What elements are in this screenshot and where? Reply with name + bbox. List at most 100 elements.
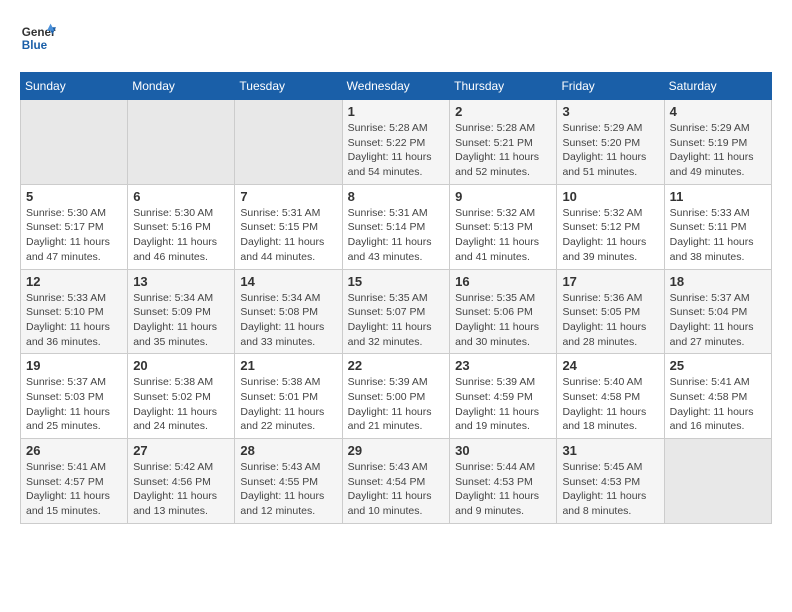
calendar-cell: 29 Sunrise: 5:43 AMSunset: 4:54 PMDayligh… [342, 439, 449, 524]
day-info: Sunrise: 5:29 AMSunset: 5:19 PMDaylight:… [670, 121, 766, 180]
day-info: Sunrise: 5:37 AMSunset: 5:04 PMDaylight:… [670, 291, 766, 350]
day-number: 18 [670, 274, 766, 289]
calendar-cell: 30Sunrise: 5:44 AMSunset: 4:53 PMDayligh… [450, 439, 557, 524]
day-info: Sunrise: 5:41 AMSunset: 4:57 PMDaylight:… [26, 460, 122, 519]
calendar-week-3: 12 Sunrise: 5:33 AMSunset: 5:10 PMDayligh… [21, 269, 772, 354]
day-number: 24 [562, 358, 658, 373]
day-info: Sunrise: 5:33 AMSunset: 5:10 PMDaylight:… [26, 291, 122, 350]
page-header: General Blue [20, 20, 772, 56]
day-info: Sunrise: 5:34 AMSunset: 5:09 PMDaylight:… [133, 291, 229, 350]
day-info: Sunrise: 5:29 AMSunset: 5:20 PMDaylight:… [562, 121, 658, 180]
day-info: Sunrise: 5:43 AMSunset: 4:54 PMDaylight:… [348, 460, 444, 519]
calendar-week-1: 1 Sunrise: 5:28 AMSunset: 5:22 PMDaylight… [21, 100, 772, 185]
calendar-cell: 1 Sunrise: 5:28 AMSunset: 5:22 PMDaylight… [342, 100, 449, 185]
calendar-cell: 13 Sunrise: 5:34 AMSunset: 5:09 PMDayligh… [128, 269, 235, 354]
day-info: Sunrise: 5:38 AMSunset: 5:01 PMDaylight:… [240, 375, 336, 434]
day-number: 2 [455, 104, 551, 119]
day-number: 22 [348, 358, 444, 373]
day-info: Sunrise: 5:42 AMSunset: 4:56 PMDaylight:… [133, 460, 229, 519]
calendar-cell: 4 Sunrise: 5:29 AMSunset: 5:19 PMDaylight… [664, 100, 771, 185]
day-info: Sunrise: 5:32 AMSunset: 5:13 PMDaylight:… [455, 206, 551, 265]
calendar-cell: 2 Sunrise: 5:28 AMSunset: 5:21 PMDaylight… [450, 100, 557, 185]
calendar-cell: 17Sunrise: 5:36 AMSunset: 5:05 PMDayligh… [557, 269, 664, 354]
day-info: Sunrise: 5:37 AMSunset: 5:03 PMDaylight:… [26, 375, 122, 434]
calendar-cell: 6 Sunrise: 5:30 AMSunset: 5:16 PMDaylight… [128, 184, 235, 269]
calendar-cell: 14Sunrise: 5:34 AMSunset: 5:08 PMDayligh… [235, 269, 342, 354]
calendar-cell [235, 100, 342, 185]
day-info: Sunrise: 5:44 AMSunset: 4:53 PMDaylight:… [455, 460, 551, 519]
day-info: Sunrise: 5:31 AMSunset: 5:15 PMDaylight:… [240, 206, 336, 265]
calendar-cell: 25Sunrise: 5:41 AMSunset: 4:58 PMDayligh… [664, 354, 771, 439]
day-number: 29 [348, 443, 444, 458]
calendar-cell [664, 439, 771, 524]
calendar-cell: 9 Sunrise: 5:32 AMSunset: 5:13 PMDaylight… [450, 184, 557, 269]
calendar-cell [21, 100, 128, 185]
calendar-cell [128, 100, 235, 185]
day-number: 5 [26, 189, 122, 204]
calendar-cell: 10 Sunrise: 5:32 AMSunset: 5:12 PMDayligh… [557, 184, 664, 269]
day-info: Sunrise: 5:30 AMSunset: 5:16 PMDaylight:… [133, 206, 229, 265]
calendar-cell: 24 Sunrise: 5:40 AMSunset: 4:58 PMDayligh… [557, 354, 664, 439]
calendar-cell: 7 Sunrise: 5:31 AMSunset: 5:15 PMDaylight… [235, 184, 342, 269]
calendar-cell: 8Sunrise: 5:31 AMSunset: 5:14 PMDaylight… [342, 184, 449, 269]
calendar-cell: 16Sunrise: 5:35 AMSunset: 5:06 PMDayligh… [450, 269, 557, 354]
day-info: Sunrise: 5:45 AMSunset: 4:53 PMDaylight:… [562, 460, 658, 519]
calendar-cell: 28Sunrise: 5:43 AMSunset: 4:55 PMDayligh… [235, 439, 342, 524]
day-number: 21 [240, 358, 336, 373]
weekday-header-wednesday: Wednesday [342, 73, 449, 100]
day-info: Sunrise: 5:39 AMSunset: 5:00 PMDaylight:… [348, 375, 444, 434]
day-number: 6 [133, 189, 229, 204]
day-number: 7 [240, 189, 336, 204]
weekday-header-friday: Friday [557, 73, 664, 100]
calendar-cell: 27Sunrise: 5:42 AMSunset: 4:56 PMDayligh… [128, 439, 235, 524]
svg-text:Blue: Blue [22, 39, 48, 52]
day-info: Sunrise: 5:28 AMSunset: 5:21 PMDaylight:… [455, 121, 551, 180]
day-info: Sunrise: 5:38 AMSunset: 5:02 PMDaylight:… [133, 375, 229, 434]
calendar-week-4: 19Sunrise: 5:37 AMSunset: 5:03 PMDayligh… [21, 354, 772, 439]
calendar-table: SundayMondayTuesdayWednesdayThursdayFrid… [20, 72, 772, 524]
day-number: 4 [670, 104, 766, 119]
day-info: Sunrise: 5:36 AMSunset: 5:05 PMDaylight:… [562, 291, 658, 350]
calendar-cell: 18 Sunrise: 5:37 AMSunset: 5:04 PMDayligh… [664, 269, 771, 354]
day-info: Sunrise: 5:40 AMSunset: 4:58 PMDaylight:… [562, 375, 658, 434]
calendar-week-5: 26 Sunrise: 5:41 AMSunset: 4:57 PMDayligh… [21, 439, 772, 524]
calendar-cell: 5 Sunrise: 5:30 AMSunset: 5:17 PMDaylight… [21, 184, 128, 269]
day-number: 9 [455, 189, 551, 204]
day-number: 20 [133, 358, 229, 373]
calendar-cell: 12 Sunrise: 5:33 AMSunset: 5:10 PMDayligh… [21, 269, 128, 354]
day-info: Sunrise: 5:35 AMSunset: 5:06 PMDaylight:… [455, 291, 551, 350]
calendar-cell: 11Sunrise: 5:33 AMSunset: 5:11 PMDayligh… [664, 184, 771, 269]
calendar-cell: 15Sunrise: 5:35 AMSunset: 5:07 PMDayligh… [342, 269, 449, 354]
weekday-header-row: SundayMondayTuesdayWednesdayThursdayFrid… [21, 73, 772, 100]
weekday-header-sunday: Sunday [21, 73, 128, 100]
logo: General Blue [20, 20, 56, 56]
weekday-header-tuesday: Tuesday [235, 73, 342, 100]
day-number: 3 [562, 104, 658, 119]
day-number: 28 [240, 443, 336, 458]
day-info: Sunrise: 5:34 AMSunset: 5:08 PMDaylight:… [240, 291, 336, 350]
day-info: Sunrise: 5:31 AMSunset: 5:14 PMDaylight:… [348, 206, 444, 265]
day-number: 10 [562, 189, 658, 204]
calendar-cell: 19Sunrise: 5:37 AMSunset: 5:03 PMDayligh… [21, 354, 128, 439]
calendar-cell: 3 Sunrise: 5:29 AMSunset: 5:20 PMDaylight… [557, 100, 664, 185]
day-number: 26 [26, 443, 122, 458]
logo-icon: General Blue [20, 20, 56, 56]
day-info: Sunrise: 5:35 AMSunset: 5:07 PMDaylight:… [348, 291, 444, 350]
calendar-cell: 31 Sunrise: 5:45 AMSunset: 4:53 PMDayligh… [557, 439, 664, 524]
calendar-cell: 21 Sunrise: 5:38 AMSunset: 5:01 PMDayligh… [235, 354, 342, 439]
calendar-cell: 22 Sunrise: 5:39 AMSunset: 5:00 PMDayligh… [342, 354, 449, 439]
day-info: Sunrise: 5:32 AMSunset: 5:12 PMDaylight:… [562, 206, 658, 265]
day-number: 1 [348, 104, 444, 119]
day-number: 31 [562, 443, 658, 458]
day-info: Sunrise: 5:30 AMSunset: 5:17 PMDaylight:… [26, 206, 122, 265]
calendar-cell: 26 Sunrise: 5:41 AMSunset: 4:57 PMDayligh… [21, 439, 128, 524]
day-info: Sunrise: 5:28 AMSunset: 5:22 PMDaylight:… [348, 121, 444, 180]
day-number: 11 [670, 189, 766, 204]
day-number: 12 [26, 274, 122, 289]
day-info: Sunrise: 5:41 AMSunset: 4:58 PMDaylight:… [670, 375, 766, 434]
weekday-header-thursday: Thursday [450, 73, 557, 100]
weekday-header-saturday: Saturday [664, 73, 771, 100]
calendar-cell: 20 Sunrise: 5:38 AMSunset: 5:02 PMDayligh… [128, 354, 235, 439]
weekday-header-monday: Monday [128, 73, 235, 100]
day-number: 13 [133, 274, 229, 289]
